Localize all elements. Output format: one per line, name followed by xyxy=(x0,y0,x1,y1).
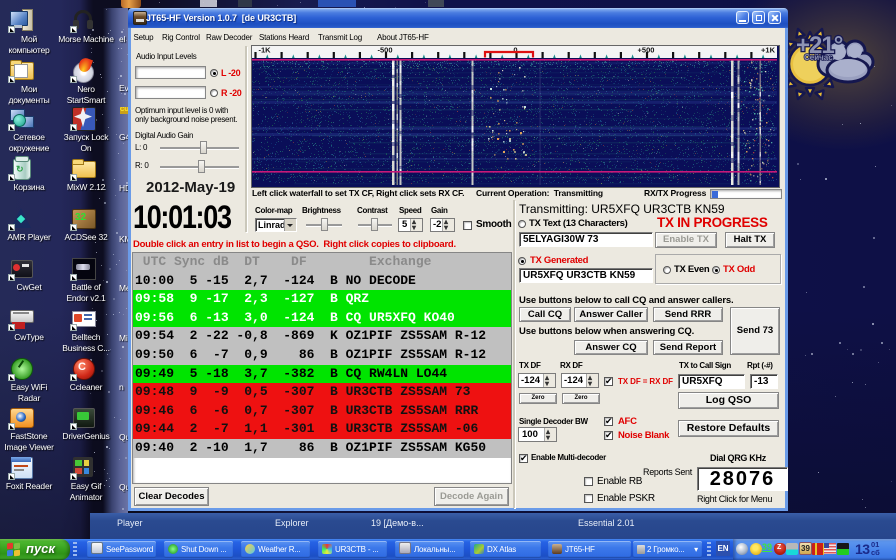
svg-text:+500: +500 xyxy=(638,46,655,55)
svg-text:+1K: +1K xyxy=(761,46,776,55)
svg-text:0: 0 xyxy=(513,46,517,55)
svg-text:-500: -500 xyxy=(377,46,392,55)
svg-text:-1K: -1K xyxy=(258,46,271,55)
